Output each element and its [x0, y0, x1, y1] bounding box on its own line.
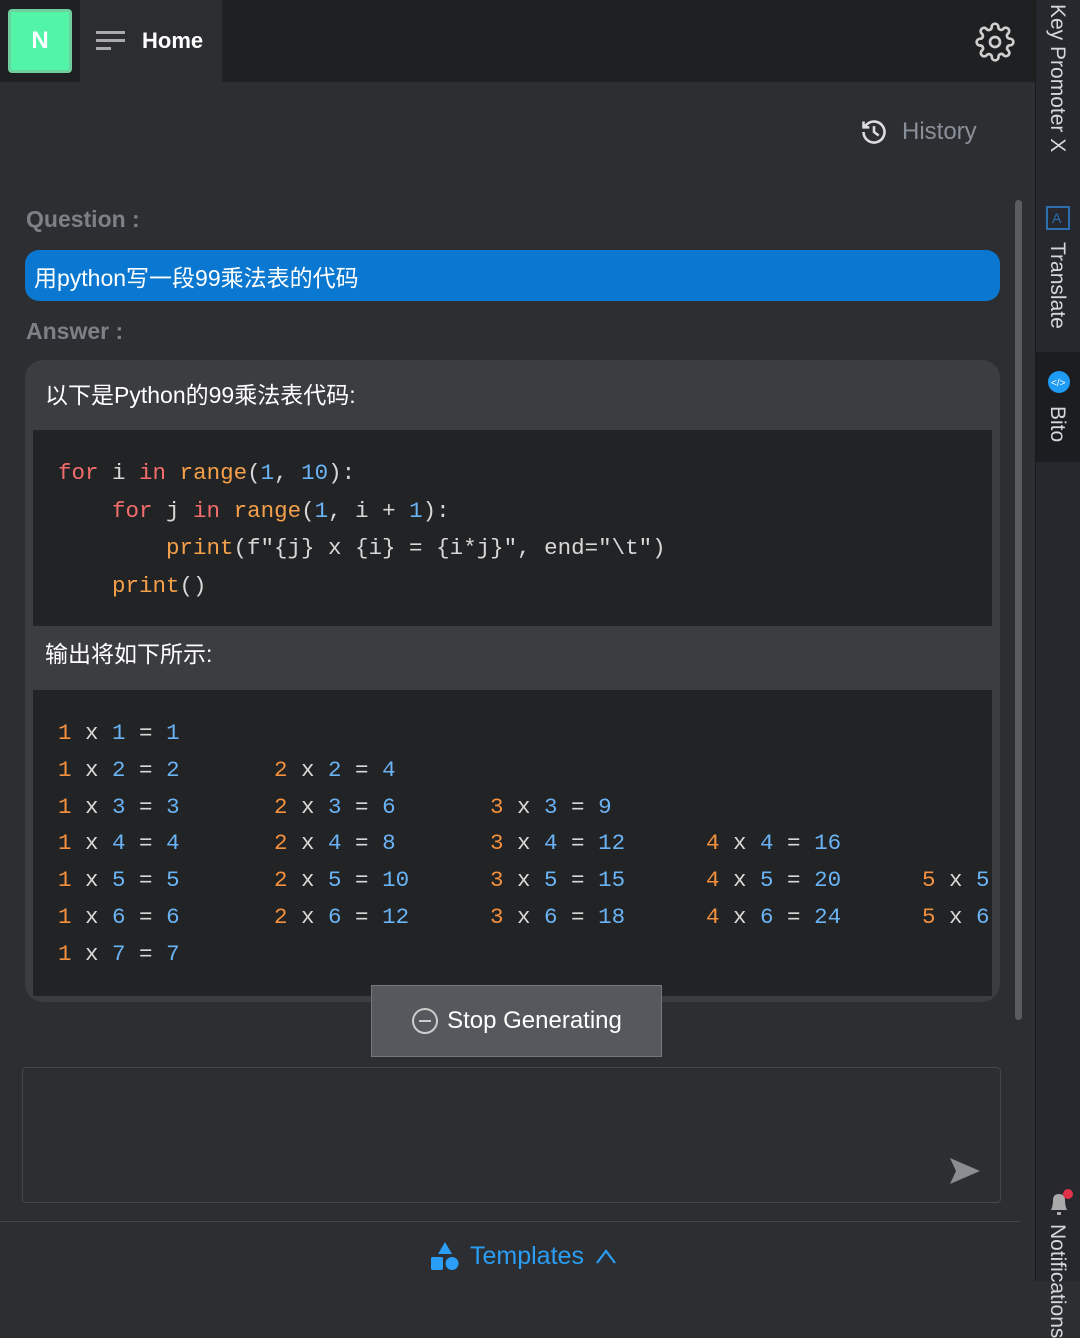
output-entry: 4 x 6 = 24	[706, 904, 842, 930]
history-icon	[862, 120, 886, 144]
templates-button[interactable]: Templates	[430, 1240, 618, 1272]
code-token: print	[58, 572, 180, 599]
code-token: for	[58, 460, 99, 486]
templates-label: Templates	[470, 1241, 584, 1270]
output-entry: 1 x 5 = 5	[58, 867, 180, 894]
gear-icon[interactable]	[975, 22, 1015, 62]
output-entry: 1 x 1 = 1	[58, 720, 180, 746]
translate-tab[interactable]: Translate	[1045, 242, 1069, 329]
bito-icon: </>	[1048, 371, 1070, 393]
answer-label: Answer :	[26, 318, 124, 344]
code-token: 10	[301, 460, 329, 486]
code-token: in	[193, 497, 221, 524]
home-label: Home	[142, 28, 204, 53]
output-entry: 1 x 6 = 6	[58, 904, 180, 930]
question-label: Question :	[26, 206, 140, 232]
message-input[interactable]	[22, 1067, 1001, 1203]
output-entry: 2 x 6 = 12	[274, 904, 410, 930]
output-entry: 2 x 5 = 10	[274, 867, 410, 894]
translate-icon: A	[1046, 206, 1070, 230]
output-entry: 3 x 5 = 15	[490, 867, 626, 894]
output-entry: 1 x 3 = 3	[58, 793, 180, 820]
output-entry: 3 x 3 = 9	[490, 793, 612, 820]
notification-bell-icon[interactable]	[1046, 1188, 1074, 1218]
history-label: History	[902, 118, 977, 145]
code-token: ,	[274, 460, 302, 486]
code-token: (	[247, 460, 261, 486]
code-line: print(f"{j} x {i} = {i*j}", end="\t")	[58, 533, 666, 563]
output-entry: 1 x 2 = 2	[58, 756, 180, 783]
output-entry: 2 x 3 = 6	[274, 793, 396, 820]
code-token: i	[98, 460, 140, 486]
code-line: for j in range(1, i + 1):	[58, 496, 450, 526]
stop-label: Stop Generating	[447, 1007, 622, 1034]
output-entry: 4 x 5 = 20	[706, 867, 842, 894]
send-icon[interactable]	[948, 1156, 982, 1186]
code-block: for i in range(1, 10): for j in range(1,…	[33, 430, 992, 626]
output-block: 1 x 1 = 1 1 x 2 = 2 2 x 2 = 4 1 x 3 = 3 2 x …	[33, 690, 992, 996]
output-entry: 5 x 5	[922, 867, 990, 894]
output-entry: 2 x 2 = 4	[274, 756, 396, 783]
code-token: range	[179, 460, 248, 486]
code-line: print()	[58, 571, 207, 601]
code-token: ()	[179, 572, 207, 599]
bito-label: Bito	[1046, 406, 1069, 443]
shapes-icon	[431, 1242, 459, 1270]
output-entry: 2 x 4 = 8	[274, 830, 396, 857]
code-token: 1	[260, 460, 275, 486]
code-token: (	[301, 497, 315, 524]
code-token: in	[139, 460, 167, 486]
history-button[interactable]: History	[860, 118, 977, 146]
key-promoter-tab[interactable]: Key Promoter X	[1045, 4, 1069, 152]
code-line: for i in range(1, 10):	[58, 458, 355, 488]
answer-intro: 以下是Python的99乘法表代码:	[45, 382, 356, 408]
code-token: ):	[422, 497, 450, 524]
chevron-up-icon	[596, 1249, 616, 1264]
logo-avatar[interactable]: N	[8, 9, 72, 73]
output-entry: 5 x 6	[922, 904, 990, 930]
code-token: , i +	[328, 497, 410, 524]
right-tool-sidebar: Key Promoter X A Translate </> Bito Noti…	[1035, 0, 1080, 1338]
code-token: 1	[314, 497, 329, 524]
output-entry: 3 x 4 = 12	[490, 830, 626, 857]
code-token: j	[152, 497, 194, 524]
code-token: ):	[328, 460, 356, 486]
svg-text:</>: </>	[1051, 378, 1066, 389]
code-token: print	[58, 535, 234, 561]
code-token: (f"{j} x {i} = {i*j}", end="\t")	[233, 535, 666, 561]
home-tab[interactable]: Home	[80, 0, 222, 82]
minus-circle-icon	[412, 1008, 439, 1034]
menu-icon	[96, 31, 125, 50]
divider	[0, 1221, 1020, 1222]
code-token: 1	[409, 497, 423, 524]
output-entry: 4 x 4 = 16	[706, 830, 842, 857]
scrollbar[interactable]	[1015, 200, 1022, 1020]
output-entry: 1 x 7 = 7	[58, 940, 180, 967]
stop-generating-button[interactable]: Stop Generating	[371, 985, 662, 1057]
output-entry: 1 x 4 = 4	[58, 830, 180, 857]
notifications-tab[interactable]: Notifications	[1045, 1224, 1069, 1338]
bito-tab[interactable]: </> Bito	[1036, 352, 1080, 462]
question-bubble: 用python写一段99乘法表的代码	[25, 250, 1000, 301]
code-token: range	[233, 497, 302, 524]
svg-text:A: A	[1052, 210, 1062, 226]
code-token: for	[58, 497, 153, 524]
output-entry: 3 x 6 = 18	[490, 904, 626, 930]
output-intro: 输出将如下所示:	[45, 641, 213, 667]
